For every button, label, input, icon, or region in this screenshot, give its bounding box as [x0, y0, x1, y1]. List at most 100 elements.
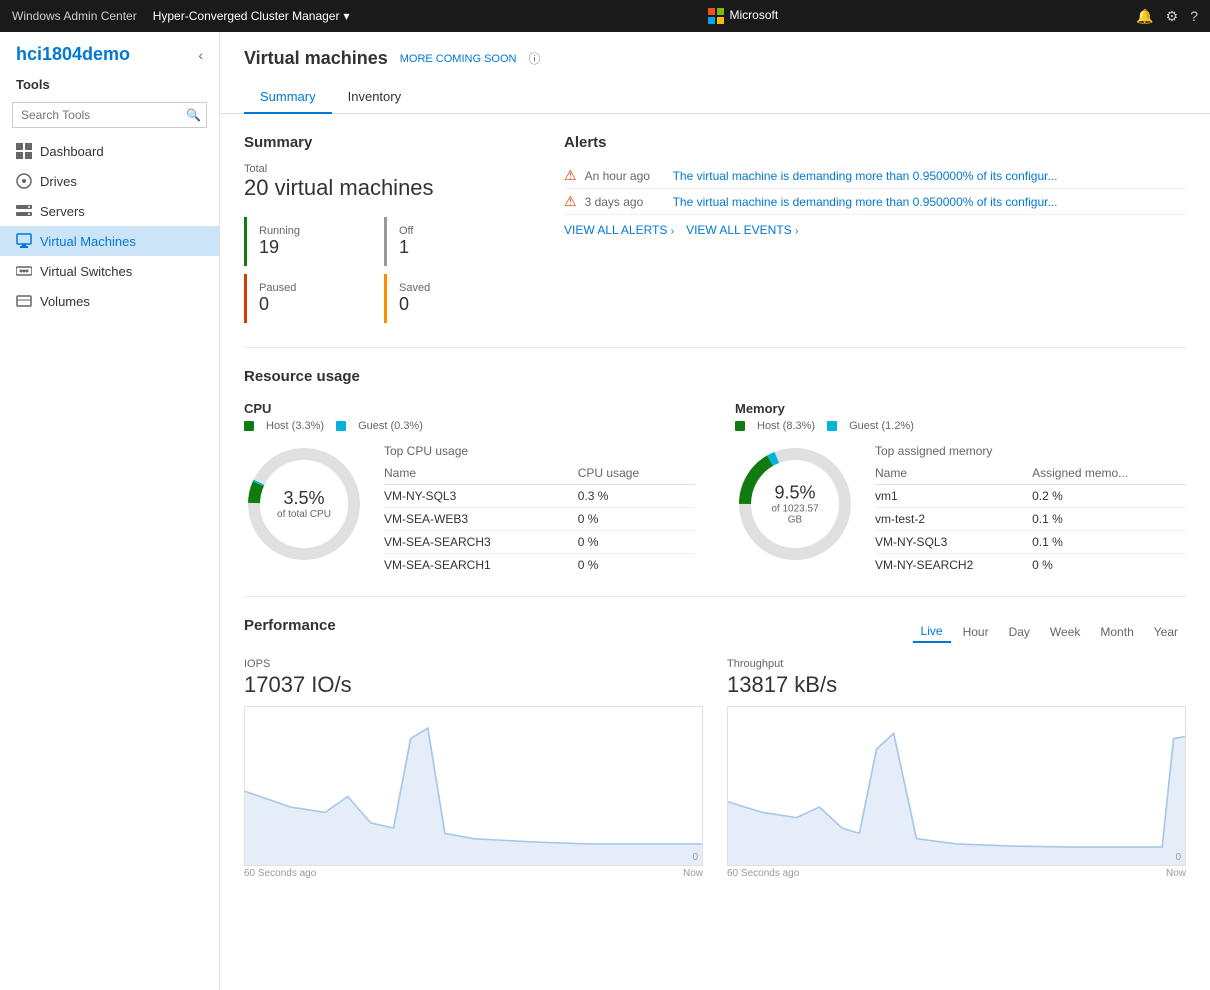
cpu-donut-pct: 3.5% — [277, 488, 331, 509]
sidebar-item-virtual-machines-label: Virtual Machines — [40, 234, 136, 249]
volumes-icon — [16, 293, 32, 309]
sidebar-item-servers[interactable]: Servers — [0, 196, 219, 226]
view-all-alerts-link[interactable]: VIEW ALL ALERTS › — [564, 223, 674, 237]
memory-table-row: VM-NY-SEARCH20 % — [875, 554, 1186, 577]
memory-table-row: VM-NY-SQL30.1 % — [875, 531, 1186, 554]
microsoft-logo: Microsoft — [708, 8, 779, 24]
tabs: Summary Inventory — [244, 81, 1186, 113]
memory-row-name: VM-NY-SEARCH2 — [875, 554, 1032, 577]
search-icon: 🔍 — [186, 108, 201, 122]
stat-running-label: Running — [259, 225, 364, 237]
performance-section: Performance LiveHourDayWeekMonthYear IOP… — [244, 617, 1186, 879]
stat-off: Off 1 — [384, 217, 516, 266]
sidebar-item-virtual-machines[interactable]: Virtual Machines — [0, 226, 219, 256]
memory-row-value: 0.2 % — [1032, 485, 1186, 508]
stat-running: Running 19 — [244, 217, 376, 266]
info-icon: ⓘ — [528, 50, 540, 67]
cpu-donut-sub: of total CPU — [277, 509, 331, 520]
memory-content: 9.5% of 1023.57 GB Top assigned memory N — [735, 444, 1186, 576]
sidebar-item-volumes[interactable]: Volumes — [0, 286, 219, 316]
notification-icon[interactable]: 🔔 — [1136, 8, 1153, 25]
cpu-row-value: 0 % — [578, 508, 695, 531]
alert-text-2[interactable]: The virtual machine is demanding more th… — [673, 195, 1186, 209]
cpu-row-value: 0 % — [578, 554, 695, 577]
time-btn-hour[interactable]: Hour — [955, 621, 997, 643]
memory-row-name: VM-NY-SQL3 — [875, 531, 1032, 554]
vm-icon — [16, 233, 32, 249]
cluster-title: hci1804demo — [16, 44, 130, 65]
stat-paused: Paused 0 — [244, 274, 376, 323]
cpu-top-table: Top CPU usage Name CPU usage VM-NY-SQL30… — [384, 444, 695, 576]
cpu-row-value: 0.3 % — [578, 485, 695, 508]
switch-icon — [16, 263, 32, 279]
topbar-cluster-manager[interactable]: Hyper-Converged Cluster Manager ▾ — [153, 9, 350, 23]
alert-row-2: ⚠ 3 days ago The virtual machine is dema… — [564, 189, 1186, 215]
settings-icon[interactable]: ⚙ — [1166, 8, 1179, 25]
cpu-donut-label: 3.5% of total CPU — [277, 488, 331, 520]
chevron-right-icon-2: › — [795, 226, 798, 237]
page-header: Virtual machines MORE COMING SOON ⓘ Summ… — [220, 32, 1210, 114]
cpu-top-table-title: Top CPU usage — [384, 444, 695, 458]
memory-legend: Host (8.3%) Guest (1.2%) — [735, 420, 1186, 432]
alert-error-icon-1: ⚠ — [564, 167, 577, 184]
search-input[interactable] — [12, 102, 207, 128]
resource-cols: CPU Host (3.3%) Guest (0.3%) — [244, 401, 1186, 576]
memory-col-assigned: Assigned memo... — [1032, 464, 1186, 485]
time-btn-year[interactable]: Year — [1146, 621, 1186, 643]
stat-saved-label: Saved — [399, 282, 504, 294]
stat-saved: Saved 0 — [384, 274, 516, 323]
cpu-row-name: VM-SEA-SEARCH3 — [384, 531, 578, 554]
cpu-row-name: VM-SEA-SEARCH1 — [384, 554, 578, 577]
iops-label: IOPS — [244, 658, 703, 670]
memory-top-table: Top assigned memory Name Assigned memo..… — [875, 444, 1186, 576]
drives-icon — [16, 173, 32, 189]
sidebar-item-volumes-label: Volumes — [40, 294, 90, 309]
alert-time-1: An hour ago — [585, 169, 665, 183]
sidebar-item-virtual-switches-label: Virtual Switches — [40, 264, 132, 279]
total-count: 20 virtual machines — [244, 175, 524, 201]
tab-inventory[interactable]: Inventory — [332, 81, 417, 114]
iops-col: IOPS 17037 IO/s 0 60 Seconds ago Now — [244, 658, 703, 879]
memory-row-value: 0 % — [1032, 554, 1186, 577]
memory-row-name: vm-test-2 — [875, 508, 1032, 531]
cpu-label: CPU — [244, 401, 695, 416]
time-btn-live[interactable]: Live — [913, 621, 951, 643]
cpu-legend: Host (3.3%) Guest (0.3%) — [244, 420, 695, 432]
perf-time-buttons: LiveHourDayWeekMonthYear — [913, 621, 1186, 643]
memory-donut-pct: 9.5% — [765, 483, 825, 504]
time-btn-day[interactable]: Day — [1001, 621, 1038, 643]
alert-text-1[interactable]: The virtual machine is demanding more th… — [673, 169, 1186, 183]
cpu-table-row: VM-SEA-WEB30 % — [384, 508, 695, 531]
iops-value: 17037 IO/s — [244, 672, 703, 698]
tab-summary[interactable]: Summary — [244, 81, 332, 114]
search-box: 🔍 — [12, 102, 207, 128]
help-icon[interactable]: ? — [1190, 8, 1198, 24]
time-btn-month[interactable]: Month — [1092, 621, 1141, 643]
cpu-section: CPU Host (3.3%) Guest (0.3%) — [244, 401, 695, 576]
stat-saved-value: 0 — [399, 294, 504, 315]
alerts-section: Alerts ⚠ An hour ago The virtual machine… — [564, 134, 1186, 327]
throughput-end-label: Now — [1166, 868, 1186, 879]
topbar-icons: 🔔 ⚙ ? — [1136, 8, 1198, 25]
sidebar-item-drives[interactable]: Drives — [0, 166, 219, 196]
perf-header: Performance LiveHourDayWeekMonthYear — [244, 617, 1186, 646]
total-label: Total — [244, 163, 524, 175]
cpu-content: 3.5% of total CPU Top CPU usage Name — [244, 444, 695, 576]
summary-title: Summary — [244, 134, 524, 151]
iops-chart: 0 — [244, 706, 703, 866]
alert-row-1: ⚠ An hour ago The virtual machine is dem… — [564, 163, 1186, 189]
sidebar-item-dashboard[interactable]: Dashboard — [0, 136, 219, 166]
resource-usage-title: Resource usage — [244, 368, 1186, 385]
sidebar-item-virtual-switches[interactable]: Virtual Switches — [0, 256, 219, 286]
time-btn-week[interactable]: Week — [1042, 621, 1088, 643]
cpu-guest-legend-dot — [336, 421, 346, 431]
more-coming-label[interactable]: MORE COMING SOON — [400, 53, 517, 65]
cpu-row-name: VM-NY-SQL3 — [384, 485, 578, 508]
memory-host-legend-label: Host (8.3%) — [757, 420, 815, 432]
alert-time-2: 3 days ago — [585, 195, 665, 209]
stat-paused-value: 0 — [259, 294, 364, 315]
collapse-button[interactable]: ‹ — [198, 47, 203, 63]
view-all-events-link[interactable]: VIEW ALL EVENTS › — [686, 223, 798, 237]
cpu-donut: 3.5% of total CPU — [244, 444, 364, 564]
dropdown-icon: ▾ — [343, 9, 349, 23]
